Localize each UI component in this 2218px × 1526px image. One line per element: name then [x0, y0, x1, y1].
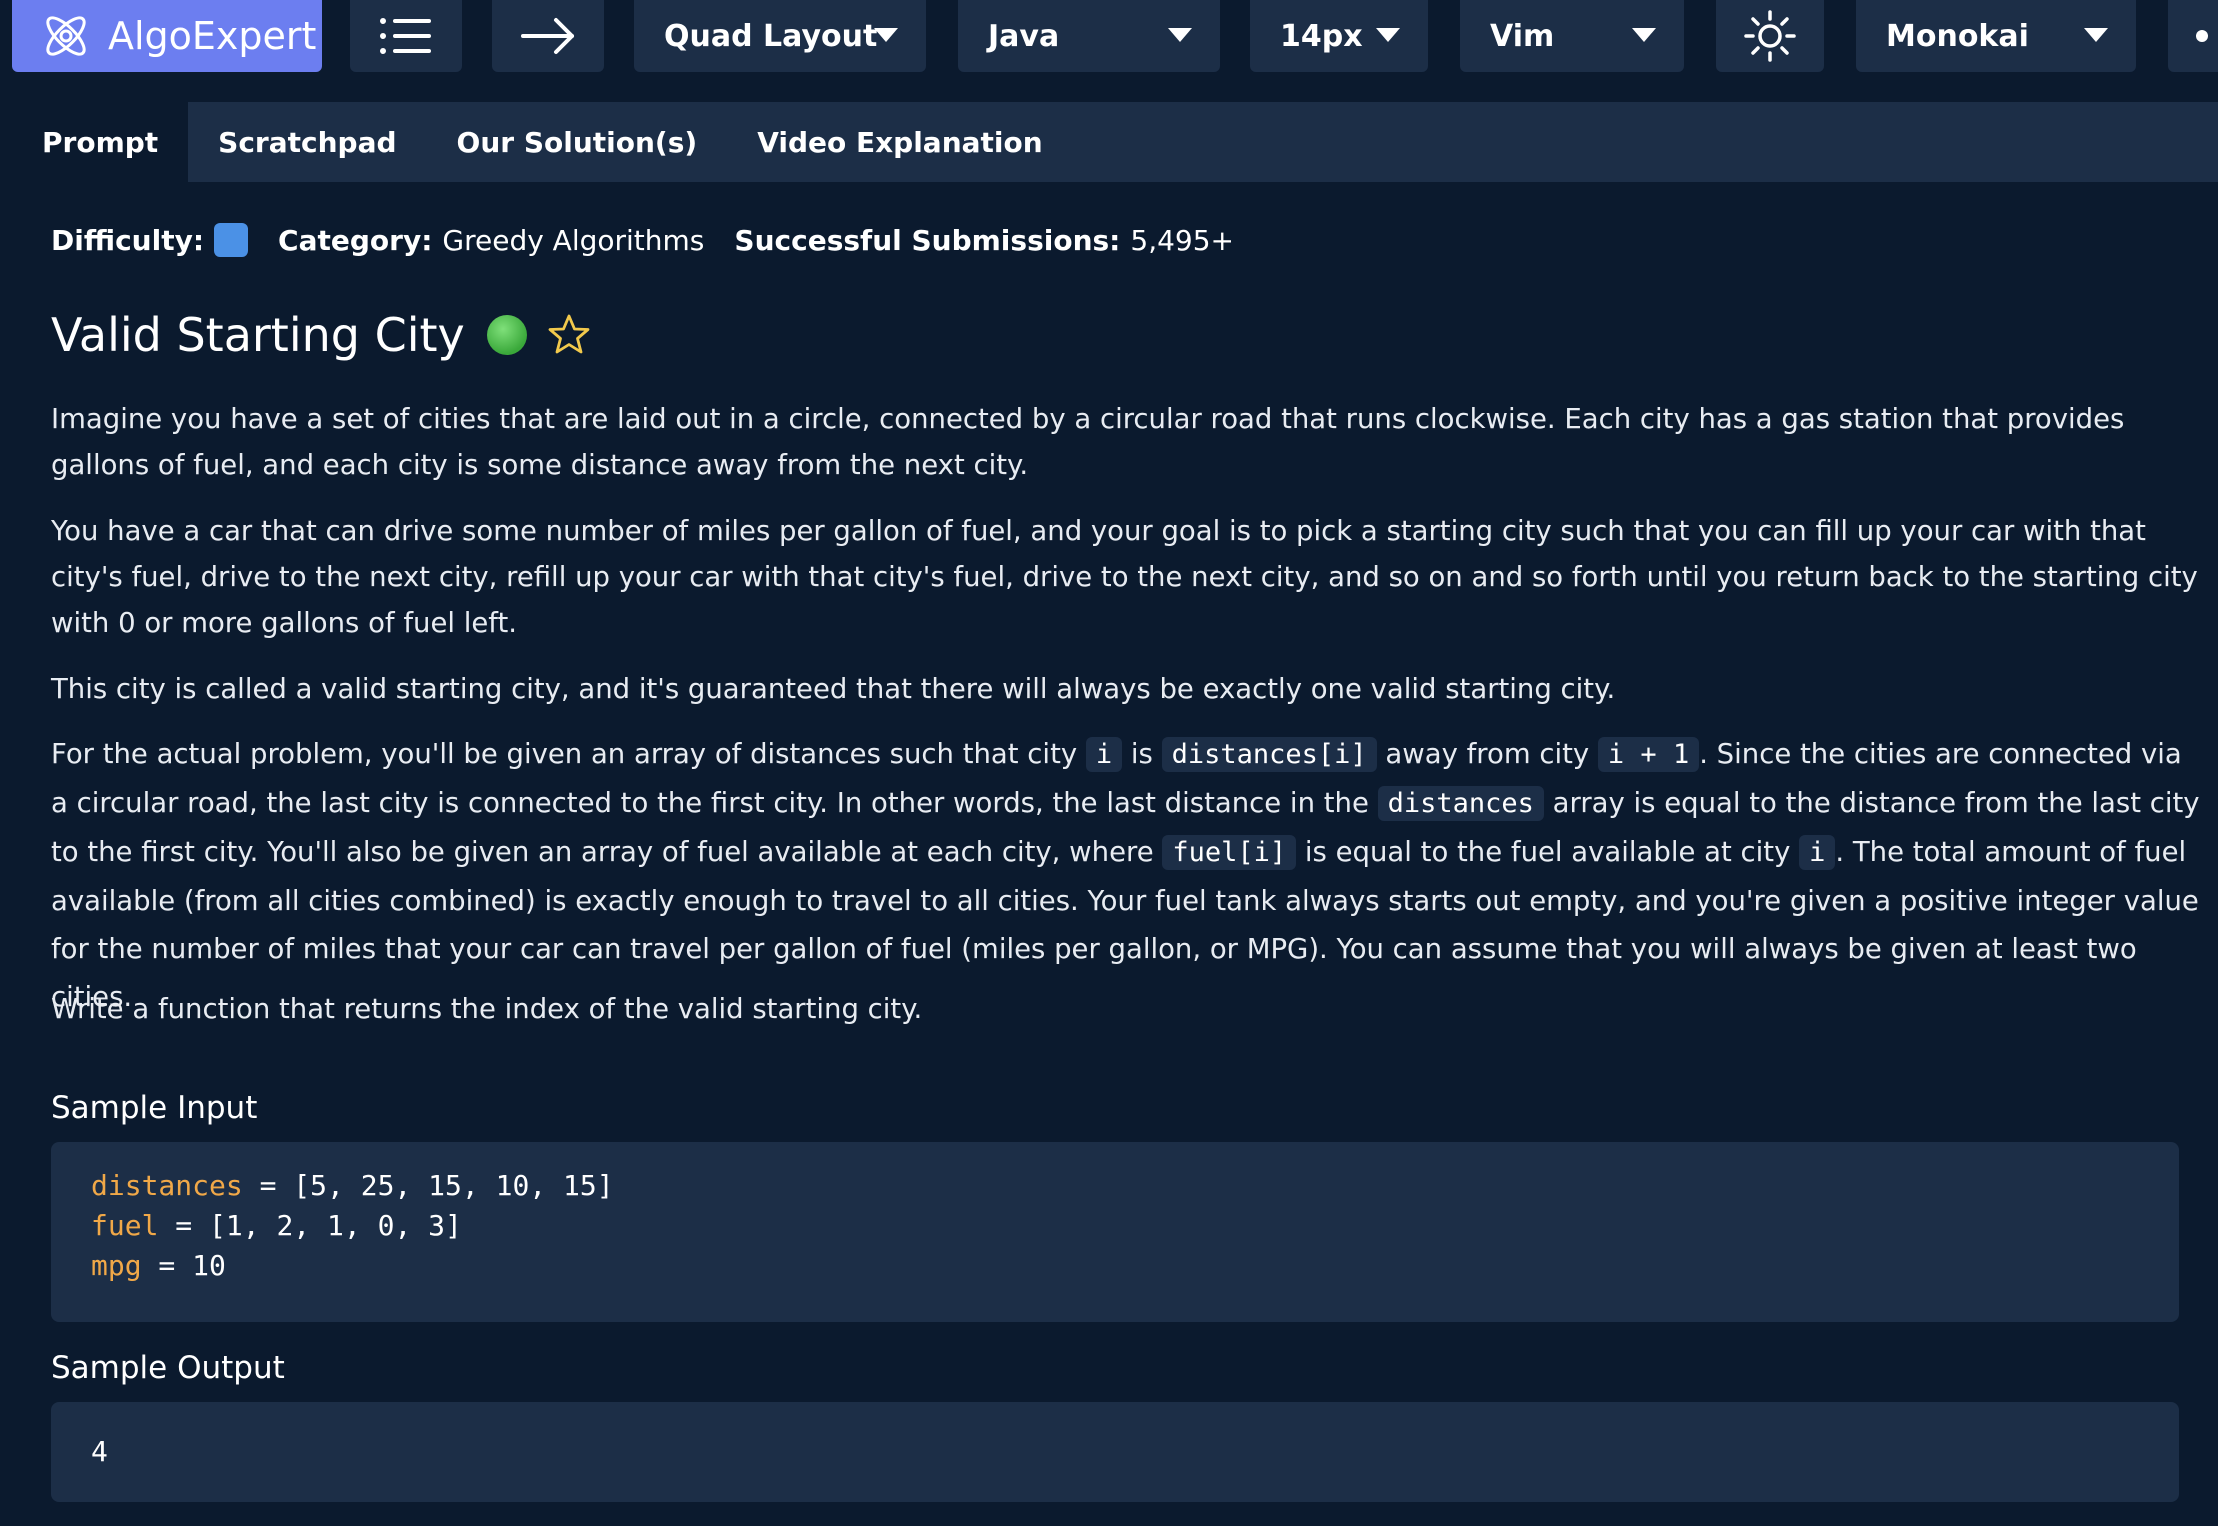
code-value: = [5, 25, 15, 10, 15]: [242, 1169, 614, 1202]
inline-code: fuel[i]: [1162, 835, 1297, 870]
paragraph-text: away from city: [1376, 738, 1598, 770]
paragraph-text: is equal to the fuel available at city: [1296, 836, 1800, 868]
problem-meta: Difficulty: Category: Greedy Algorithms …: [51, 218, 1234, 262]
top-toolbar: AlgoExpert Quad Layout Java 14px Vim Mon…: [0, 0, 2218, 92]
logo-icon: [46, 16, 86, 56]
code-line: distances = [5, 25, 15, 10, 15]: [91, 1166, 2139, 1206]
output-value: 4: [91, 1435, 108, 1468]
code-variable: mpg: [91, 1249, 142, 1282]
font-size-dropdown[interactable]: 14px: [1250, 0, 1428, 72]
title-row: Valid Starting City: [51, 300, 591, 370]
difficulty-label: Difficulty:: [51, 223, 205, 257]
prompt-tabs: Prompt Scratchpad Our Solution(s) Video …: [12, 102, 2218, 182]
description-paragraph-1: Imagine you have a set of cities that ar…: [51, 403, 2125, 481]
font-size-value: 14px: [1280, 18, 1363, 54]
difficulty-indicator-icon: [214, 223, 249, 257]
code-value: = [1, 2, 1, 0, 3]: [158, 1209, 462, 1242]
paragraph-text: is: [1122, 738, 1162, 770]
layout-value: Quad Layout: [664, 18, 878, 54]
theme-toggle-button[interactable]: [1716, 0, 1824, 72]
submissions-value: 5,495+: [1130, 223, 1234, 257]
paragraph-text: For the actual problem, you'll be given …: [51, 738, 1086, 770]
star-icon[interactable]: [547, 313, 591, 357]
tab-our-solutions[interactable]: Our Solution(s): [427, 102, 728, 182]
tab-video-explanation[interactable]: Video Explanation: [727, 102, 1073, 182]
chevron-down-icon: [1376, 28, 1400, 42]
chevron-down-icon: [1168, 28, 1192, 42]
description-paragraph-4: For the actual problem, you'll be given …: [51, 730, 2201, 1021]
inline-code: i + 1: [1597, 737, 1700, 772]
editor-theme-value: Monokai: [1886, 18, 2029, 54]
run-button[interactable]: [492, 0, 604, 72]
category-value: Greedy Algorithms: [442, 223, 705, 257]
code-line: fuel = [1, 2, 1, 0, 3]: [91, 1206, 2139, 1246]
algoexpert-logo[interactable]: AlgoExpert: [12, 0, 322, 72]
sample-input-heading: Sample Input: [51, 1090, 258, 1126]
sample-input-code: distances = [5, 25, 15, 10, 15] fuel = […: [51, 1142, 2179, 1322]
prompt-panel: Difficulty: Category: Greedy Algorithms …: [12, 182, 2218, 1526]
code-line: mpg = 10: [91, 1246, 2139, 1286]
submissions-label: Successful Submissions:: [734, 223, 1121, 257]
layout-dropdown[interactable]: Quad Layout: [634, 0, 926, 72]
sample-output-heading: Sample Output: [51, 1350, 285, 1386]
menu-button[interactable]: [350, 0, 462, 72]
sun-icon: [1744, 10, 1796, 62]
language-value: Java: [988, 18, 1060, 54]
chevron-down-icon: [1632, 28, 1656, 42]
inline-code: i: [1085, 737, 1123, 772]
description-paragraph-3: This city is called a valid starting cit…: [51, 673, 1616, 705]
keymap-value: Vim: [1490, 18, 1555, 54]
category-label: Category:: [278, 223, 433, 257]
description-paragraph-5: Write a function that returns the index …: [51, 993, 923, 1025]
app-name: AlgoExpert: [108, 14, 317, 58]
problem-title: Valid Starting City: [51, 308, 465, 362]
keymap-dropdown[interactable]: Vim: [1460, 0, 1684, 72]
editor-theme-dropdown[interactable]: Monokai: [1856, 0, 2136, 72]
chevron-down-icon: [874, 28, 898, 42]
inline-code: distances[i]: [1161, 737, 1377, 772]
tab-prompt[interactable]: Prompt: [12, 102, 189, 182]
more-dots-icon: [2196, 30, 2208, 42]
tab-scratchpad[interactable]: Scratchpad: [188, 102, 426, 182]
language-dropdown[interactable]: Java: [958, 0, 1220, 72]
list-icon: [380, 18, 431, 54]
chevron-down-icon: [2084, 28, 2108, 42]
more-options-button[interactable]: [2168, 0, 2218, 72]
arrow-right-icon: [521, 18, 574, 54]
inline-code: distances: [1377, 786, 1544, 821]
inline-code: i: [1799, 835, 1836, 870]
description-paragraph-2: You have a car that can drive some numbe…: [51, 515, 2198, 639]
code-variable: distances: [91, 1169, 243, 1202]
sample-output-code: 4: [51, 1402, 2179, 1502]
code-value: = 10: [141, 1249, 226, 1282]
completed-status-icon: [486, 315, 527, 355]
code-variable: fuel: [91, 1209, 159, 1242]
